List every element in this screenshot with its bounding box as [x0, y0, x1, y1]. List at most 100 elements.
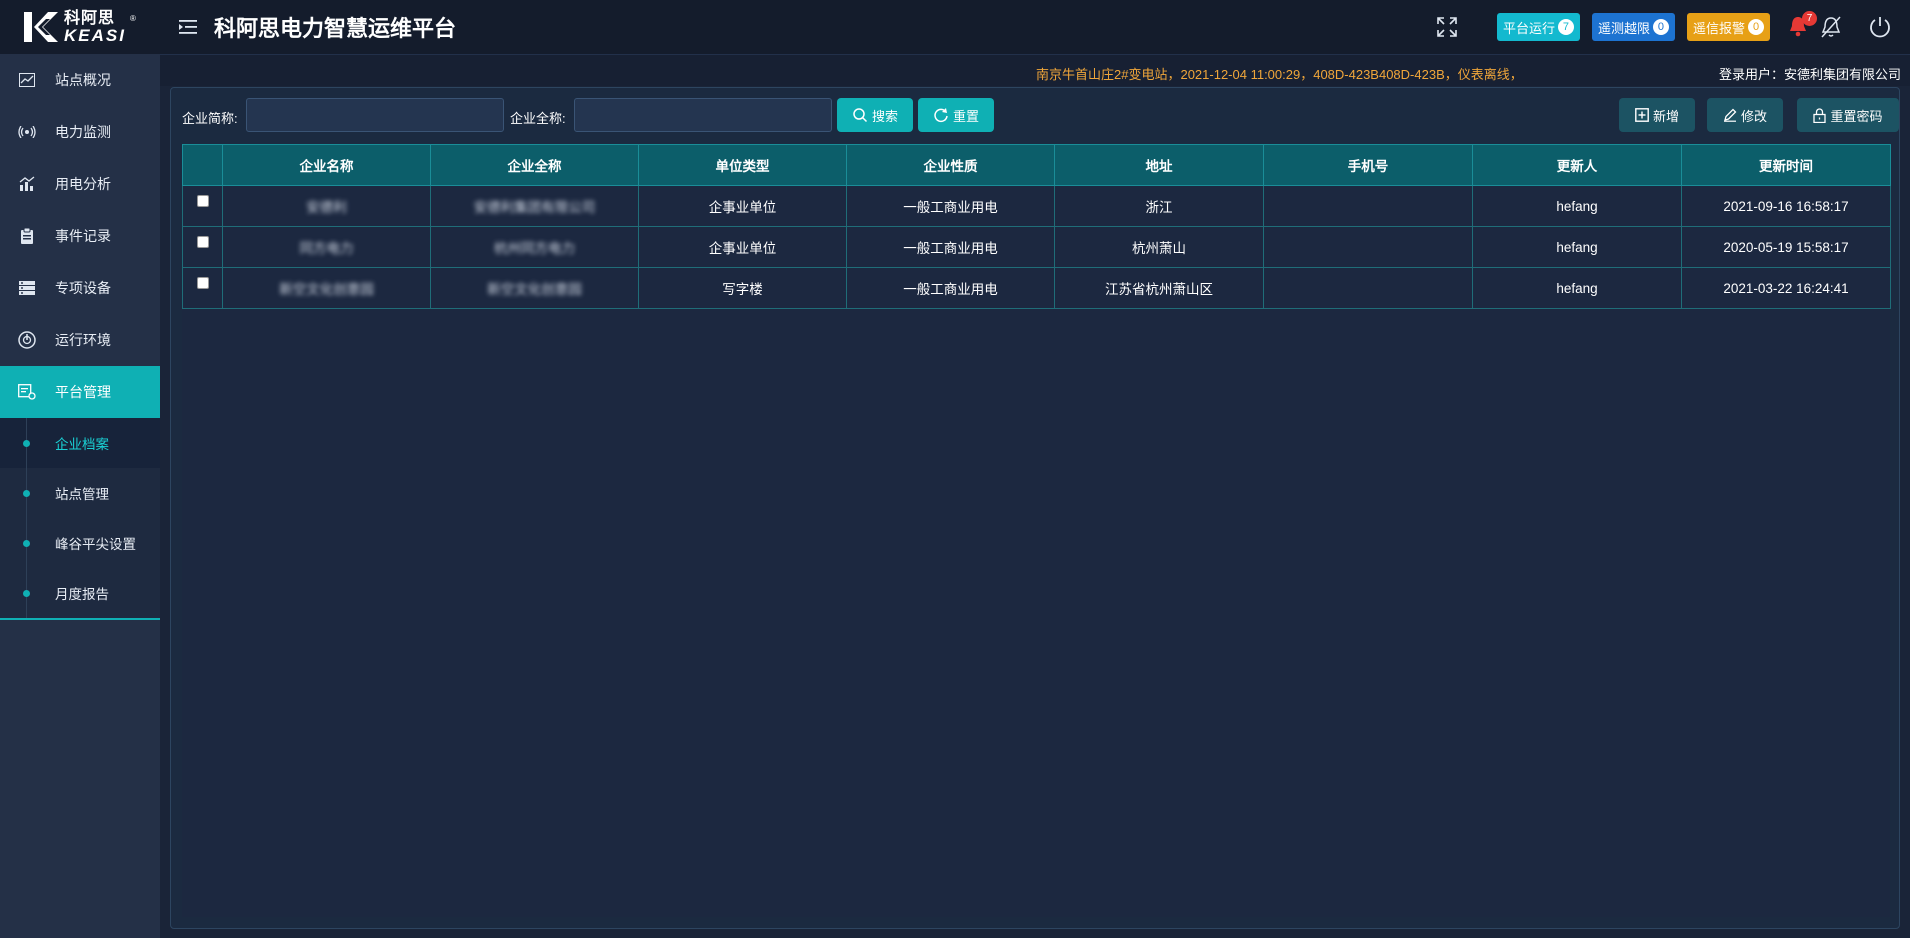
search-icon: [853, 108, 868, 123]
edit-button[interactable]: 修改: [1707, 98, 1783, 132]
sidebar-item-label: 事件记录: [55, 228, 111, 244]
phone-cell: [1263, 226, 1473, 268]
search-button-label: 搜索: [871, 108, 898, 124]
short-name-input[interactable]: [246, 98, 504, 132]
row-checkbox[interactable]: [196, 277, 209, 289]
gauge-icon: [18, 331, 36, 349]
unit-type-cell: 企事业单位: [638, 226, 847, 268]
sidebar-item-label: 站点概况: [55, 72, 111, 88]
unit-type-cell: 写字楼: [638, 267, 847, 309]
menu-toggle-icon[interactable]: [178, 17, 198, 37]
enterprise-full-name-cell: 杭州同方电力: [430, 226, 639, 268]
submenu-dot: [23, 540, 30, 547]
address-cell: 江苏省杭州萧山区: [1054, 267, 1264, 309]
table-row[interactable]: 同方电力 杭州同方电力 企事业单位 一般工商业用电 杭州萧山 hefang 20…: [182, 226, 1891, 268]
table-row[interactable]: 安德利 安德利集团有限公司 企事业单位 一般工商业用电 浙江 hefang 20…: [182, 185, 1891, 227]
badge-count: 0: [1652, 19, 1669, 35]
reset-button[interactable]: 重置: [918, 98, 994, 132]
telesignal-alarm-badge[interactable]: 遥信报警 0: [1686, 13, 1770, 41]
search-button[interactable]: 搜索: [837, 98, 913, 132]
enterprise-name-cell: 安德利: [222, 185, 431, 227]
badge-label: 平台运行: [1502, 20, 1555, 36]
top-header: 科阿思电力智慧运维平台 平台运行 7 遥测越限 0 遥信报警 0 7: [160, 0, 1910, 54]
sidebar-item-event-log[interactable]: 事件记录: [0, 210, 160, 262]
table-row[interactable]: 新空文化创意园 新空文化创意园 写字楼 一般工商业用电 江苏省杭州萧山区 hef…: [182, 267, 1891, 309]
updater-cell: hefang: [1472, 226, 1682, 268]
sidebar-subitem-label: 企业档案: [55, 437, 109, 452]
sidebar-subitem-label: 月度报告: [55, 587, 109, 602]
brand-logo: 科阿思 KEASI ®: [0, 0, 160, 54]
add-button-label: 新增: [1652, 108, 1679, 124]
enterprise-full-name-cell: 新空文化创意园: [430, 267, 639, 309]
reset-password-button[interactable]: 重置密码: [1797, 98, 1899, 132]
header-actions: 平台运行 7 遥测越限 0 遥信报警 0 7: [1435, 0, 1910, 54]
full-name-input[interactable]: [574, 98, 832, 132]
settings-doc-icon: [18, 383, 36, 401]
full-name-label: 企业全称:: [510, 111, 566, 126]
column-header[interactable]: 手机号: [1263, 144, 1473, 186]
column-header[interactable]: 更新时间: [1681, 144, 1891, 186]
nature-cell: 一般工商业用电: [846, 267, 1055, 309]
badge-count: 7: [1557, 19, 1574, 35]
sidebar-subitem-label: 站点管理: [55, 487, 109, 502]
sidebar-item-label: 用电分析: [55, 176, 111, 192]
sidebar-subitem-site-management[interactable]: 站点管理: [0, 468, 160, 518]
address-cell: 杭州萧山: [1054, 226, 1264, 268]
row-select-cell: [182, 267, 223, 309]
row-checkbox[interactable]: [196, 236, 209, 248]
column-header[interactable]: 地址: [1054, 144, 1264, 186]
sidebar-item-special-equipment[interactable]: 专项设备: [0, 262, 160, 314]
column-header[interactable]: 企业性质: [846, 144, 1055, 186]
sidebar-item-platform-management[interactable]: 平台管理: [0, 366, 160, 418]
column-header[interactable]: 单位类型: [638, 144, 847, 186]
sidebar-subitem-monthly-report[interactable]: 月度报告: [0, 568, 160, 618]
enterprise-full-name-cell: 安德利集团有限公司: [430, 185, 639, 227]
enterprise-name-cell: 同方电力: [222, 226, 431, 268]
phone-cell: [1263, 185, 1473, 227]
sidebar-subitem-label: 峰谷平尖设置: [55, 537, 136, 552]
column-header[interactable]: 更新人: [1472, 144, 1682, 186]
sidebar-item-power-monitor[interactable]: 电力监测: [0, 106, 160, 158]
mute-bell-icon[interactable]: [1820, 15, 1842, 39]
submenu-dot: [23, 590, 30, 597]
platform-running-badge[interactable]: 平台运行 7: [1496, 13, 1580, 41]
sidebar-subitem-enterprise-archive[interactable]: 企业档案: [0, 418, 160, 468]
sidebar-item-label: 平台管理: [55, 384, 111, 400]
badge-label: 遥测越限: [1597, 20, 1650, 36]
sidebar-item-run-environment[interactable]: 运行环境: [0, 314, 160, 366]
fullscreen-icon[interactable]: [1435, 15, 1459, 39]
phone-cell: [1263, 267, 1473, 309]
signal-icon: [18, 123, 36, 141]
column-header[interactable]: 企业全称: [430, 144, 639, 186]
sidebar-subitem-peak-valley-setting[interactable]: 峰谷平尖设置: [0, 518, 160, 568]
clipboard-icon: [18, 227, 36, 245]
add-button[interactable]: 新增: [1619, 98, 1695, 132]
chart-line-icon: [18, 71, 36, 89]
sidebar-item-site-overview[interactable]: 站点概况: [0, 54, 160, 106]
edit-button-label: 修改: [1740, 108, 1767, 124]
power-icon[interactable]: [1868, 15, 1892, 39]
badge-count: 0: [1748, 19, 1764, 35]
alarm-ticker-text: 南京牛首山庄2#变电站，2021-12-04 11:00:29，408D-423…: [1036, 67, 1523, 82]
sidebar-item-usage-analysis[interactable]: 用电分析: [0, 158, 160, 210]
column-header[interactable]: 企业名称: [222, 144, 431, 186]
sidebar-item-label: 电力监测: [55, 124, 111, 140]
enterprise-table-container: 企业名称 企业全称 单位类型 企业性质 地址 手机号 更新人 更新时间 安德利: [182, 144, 1891, 917]
row-checkbox[interactable]: [196, 195, 209, 207]
reset-password-button-label: 重置密码: [1830, 108, 1883, 124]
notification-bell[interactable]: 7: [1788, 11, 1817, 39]
filter-toolbar: 企业简称: 企业全称: 搜索 重置 新增 修改 重置密码: [171, 88, 1899, 144]
address-cell: 浙江: [1054, 185, 1264, 227]
server-icon: [18, 279, 36, 297]
short-name-label: 企业简称:: [182, 111, 238, 126]
unit-type-cell: 企事业单位: [638, 185, 847, 227]
sidebar: 科阿思 KEASI ® 站点概况 电力监测 用电分析 事件记录 专项设备 运行环…: [0, 0, 160, 938]
updated-time-cell: 2021-09-16 16:58:17: [1681, 185, 1891, 227]
edit-icon: [1723, 108, 1737, 122]
submenu-dot: [23, 490, 30, 497]
telemetry-overlimit-badge[interactable]: 遥测越限 0: [1591, 13, 1675, 41]
bell-count: 7: [1802, 11, 1817, 26]
lock-icon: [1813, 107, 1827, 123]
nature-cell: 一般工商业用电: [846, 185, 1055, 227]
badge-label: 遥信报警: [1692, 20, 1745, 36]
